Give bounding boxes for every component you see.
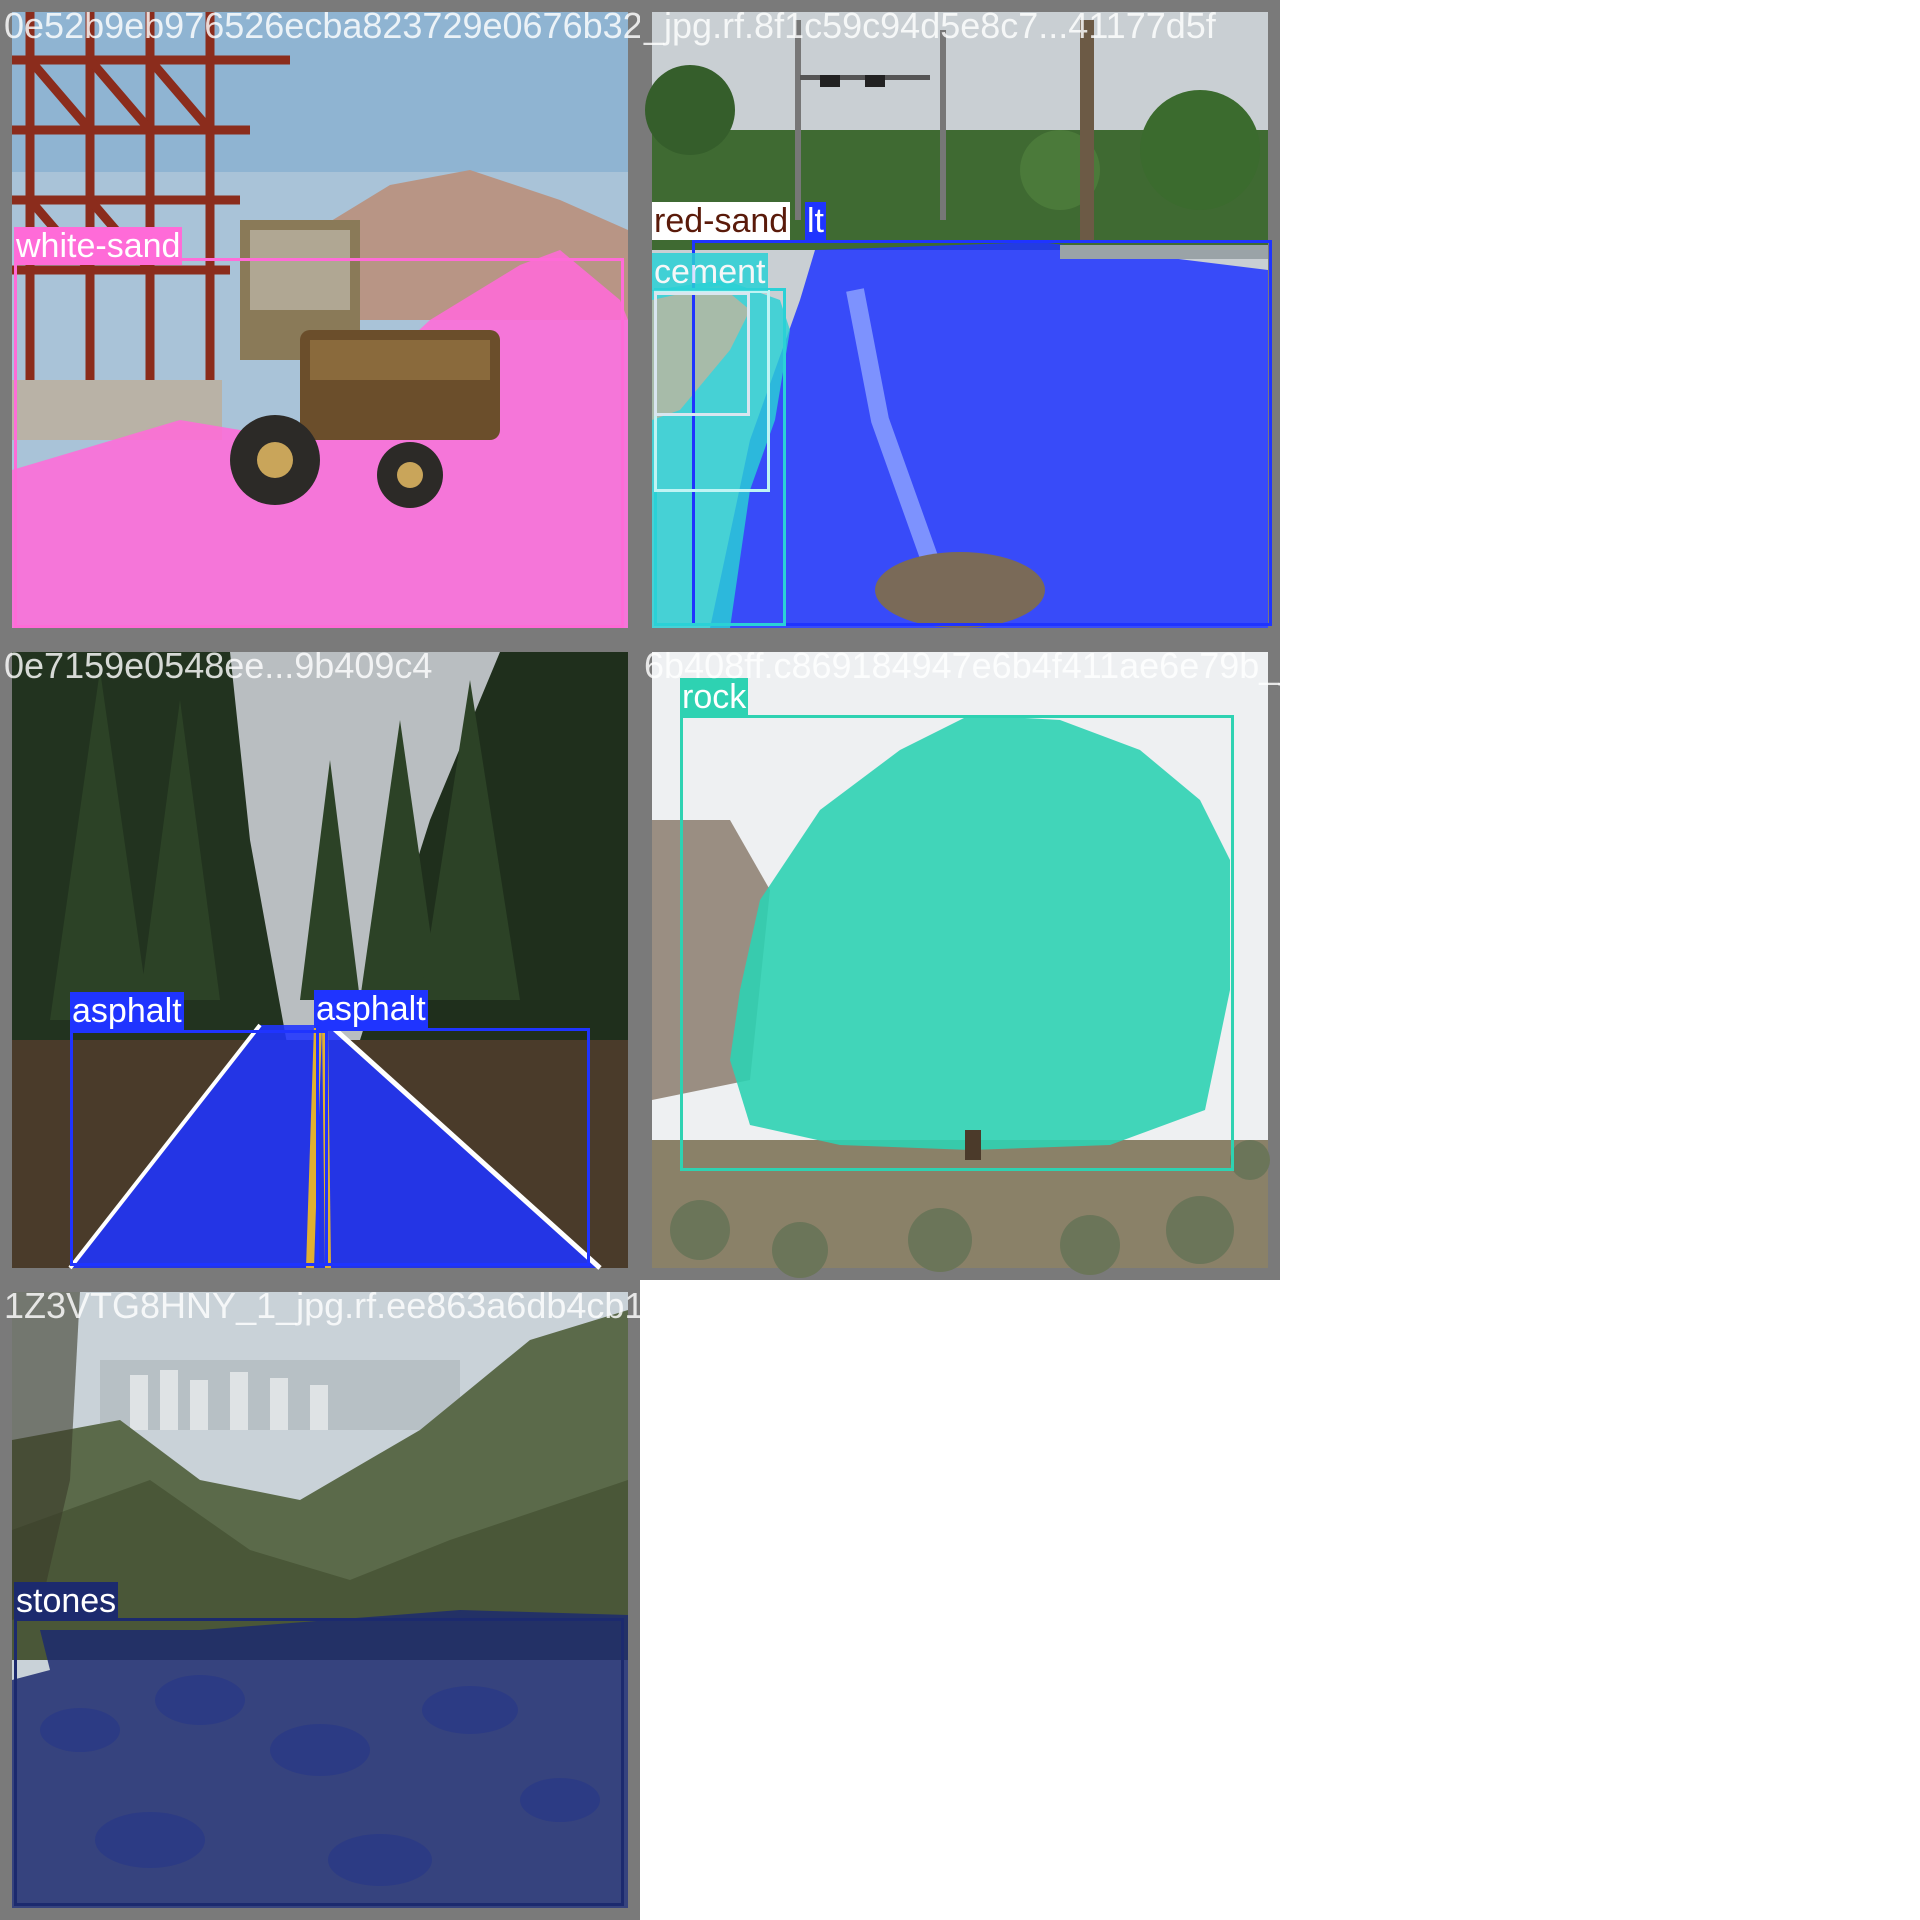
label-white-sand: white-sand [14,227,183,265]
tile-filename: 0e7159e0548ee...9b409c4 [4,645,433,686]
tile-road: red-sand lt cement _jpg.rf.8f1c59c94d5e8… [640,0,1280,640]
bbox-rock [680,715,1234,1171]
label-asphalt-left: asphalt [70,992,184,1030]
tile-filename: 0e52b9eb976526ecba823729e0676b32 [4,5,640,46]
tile-filename: 1Z3VTG8HNY_1_jpg.rf.ee863a6db4cb19c8e3f3 [4,1285,640,1326]
tile-stones: stones 1Z3VTG8HNY_1_jpg.rf.ee863a6db4cb1… [0,1280,640,1920]
bbox-white-sand [14,258,624,628]
tile-filename: 6b408ff.c869184947e6b4f411ae6e79b_jpg.rf… [644,645,1280,686]
label-cement: cement [652,253,768,291]
tile-forest-road: asphalt asphalt 0e7159e0548ee...9b409c4 [0,640,640,1280]
bbox-asphalt-left [70,1030,328,1266]
label-red-sand: red-sand [652,202,791,240]
label-asphalt-right: asphalt [314,990,428,1028]
bbox-stones [14,1618,624,1906]
bbox-asphalt-right [316,1028,590,1266]
label-stones: stones [14,1582,119,1620]
label-asphalt: lt [805,202,826,240]
tile-white-sand: white-sand 0e52b9eb976526ecba823729e0676… [0,0,640,640]
tile-rock: rock 6b408ff.c869184947e6b4f411ae6e79b_j… [640,640,1280,1280]
bbox-red-sand [654,292,750,416]
tile-filename: _jpg.rf.8f1c59c94d5e8c7...41177d5f [644,5,1216,46]
